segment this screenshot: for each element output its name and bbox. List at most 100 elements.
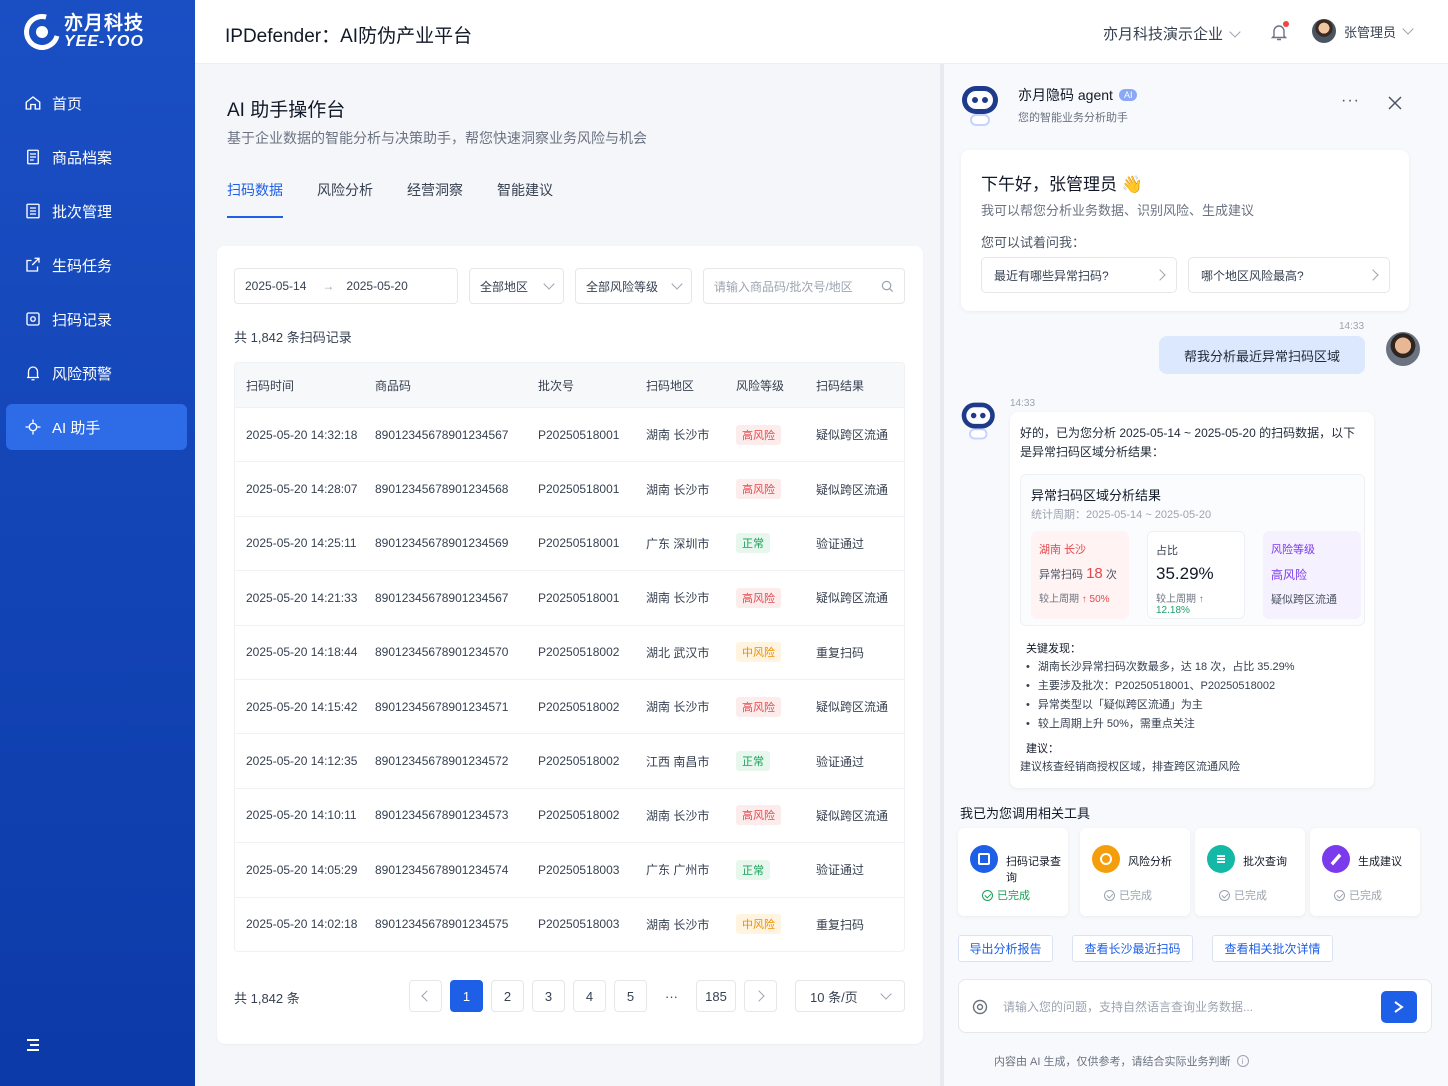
sidebar-item-label: 批次管理 bbox=[52, 203, 113, 221]
table-cell: 验证通过 bbox=[816, 754, 865, 769]
analysis-result-box: 异常扫码区域分析结果 统计周期：2025-05-14 ~ 2025-05-20 … bbox=[1020, 474, 1365, 626]
table-cell: 疑似跨区流通 bbox=[816, 591, 889, 606]
risk-badge: 正常 bbox=[736, 859, 770, 880]
page-button[interactable]: 1 bbox=[450, 980, 483, 1012]
table-row[interactable]: 2025-05-20 14:12:35 89012345678901234572 P… bbox=[235, 733, 904, 787]
table-cell: 89012345678901234574 bbox=[375, 862, 509, 877]
attachment-icon[interactable] bbox=[971, 998, 989, 1016]
page-button[interactable]: 3 bbox=[532, 980, 565, 1012]
brand-logo[interactable]: 亦月科技 YEE-YOO bbox=[17, 7, 144, 57]
table-cell: 验证通过 bbox=[816, 536, 865, 551]
search-input[interactable]: 请输入商品码/批次号/地区 bbox=[703, 268, 905, 304]
menu-collapse-icon[interactable] bbox=[24, 1036, 42, 1054]
column-header[interactable]: 扫码地区 bbox=[638, 377, 728, 394]
table-row[interactable]: 2025-05-20 14:28:07 89012345678901234568 P… bbox=[235, 461, 904, 515]
check-circle-icon bbox=[1219, 889, 1230, 901]
tab-risk-analysis[interactable]: 风险分析 bbox=[317, 180, 373, 218]
sidebar-item-products[interactable]: 商品档案 bbox=[6, 134, 187, 180]
metric-risk: 风险等级 高风险 疑似跨区流通 bbox=[1263, 531, 1361, 619]
user-menu[interactable]: 张管理员 bbox=[1312, 19, 1414, 43]
date-end: 2025-05-20 bbox=[346, 279, 408, 293]
page-size-select[interactable]: 10 条/页 bbox=[795, 980, 905, 1012]
view-batch-details-button[interactable]: 查看相关批次详情 bbox=[1212, 935, 1333, 962]
table-cell: P20250518002 bbox=[538, 808, 620, 823]
table-cell: 89012345678901234573 bbox=[375, 808, 509, 823]
risk-badge: 高风险 bbox=[736, 696, 781, 717]
table-row[interactable]: 2025-05-20 14:05:29 89012345678901234574 P… bbox=[235, 842, 904, 896]
send-button[interactable] bbox=[1381, 991, 1417, 1023]
table-cell: 验证通过 bbox=[816, 863, 865, 878]
page-button[interactable]: 4 bbox=[573, 980, 606, 1012]
ai-disclaimer: 内容由 AI 生成，仅供参考，请结合实际业务判断 i bbox=[994, 1053, 1249, 1069]
page-subtitle: 基于企业数据的智能分析与决策助手，帮您快速洞察业务风险与机会 bbox=[227, 130, 647, 146]
tool-card[interactable]: 批次查询 已完成 bbox=[1195, 828, 1305, 916]
table-cell: 2025-05-20 14:10:11 bbox=[246, 808, 357, 823]
table-cell: 广东 深圳市 bbox=[646, 536, 710, 551]
page-button[interactable]: 185 bbox=[696, 980, 736, 1012]
tool-card[interactable]: 风险分析 已完成 bbox=[1080, 828, 1190, 916]
table-cell: 2025-05-20 14:15:42 bbox=[246, 699, 358, 714]
risk-level-select[interactable]: 全部风险等级 bbox=[575, 268, 692, 304]
result-title: 异常扫码区域分析结果 bbox=[1031, 488, 1162, 503]
region-select[interactable]: 全部地区 bbox=[469, 268, 564, 304]
chevron-down-icon bbox=[1402, 23, 1414, 35]
sidebar-item-batches[interactable]: 批次管理 bbox=[6, 188, 187, 234]
column-header[interactable]: 商品码 bbox=[365, 377, 530, 394]
table-row[interactable]: 2025-05-20 14:25:11 89012345678901234569 P… bbox=[235, 515, 904, 570]
table-cell: P20250518002 bbox=[538, 699, 620, 714]
chevron-right-icon bbox=[1154, 269, 1166, 281]
answer-intro: 好的，已为您分析 2025-05-14 ~ 2025-05-20 的扫码数据，以… bbox=[1020, 426, 1356, 459]
chat-input[interactable] bbox=[1003, 996, 1373, 1018]
table-cell: 2025-05-20 14:21:33 bbox=[246, 590, 358, 605]
risk-badge: 正常 bbox=[736, 533, 770, 554]
table-header: 扫码时间 商品码 批次号 扫码地区 风险等级 扫码结果 bbox=[235, 363, 904, 407]
ai-chat-panel: 亦月隐码 agent AI 您的智能业务分析助手 ··· 下午好，张管理员 👋 … bbox=[944, 64, 1448, 1086]
tool-card[interactable]: 扫码记录查询 已完成 bbox=[958, 828, 1068, 916]
tab-smart-advice[interactable]: 智能建议 bbox=[497, 180, 553, 218]
export-report-button[interactable]: 导出分析报告 bbox=[958, 935, 1053, 962]
page-button[interactable]: 2 bbox=[491, 980, 524, 1012]
tool-card[interactable]: 生成建议 已完成 bbox=[1310, 828, 1420, 916]
table-row[interactable]: 2025-05-20 14:10:11 89012345678901234573 P… bbox=[235, 787, 904, 842]
column-header[interactable]: 风险等级 bbox=[728, 377, 816, 394]
suggested-question[interactable]: 哪个地区风险最高? bbox=[1188, 257, 1390, 293]
table-cell: P20250518001 bbox=[538, 427, 620, 442]
sidebar-item-scans[interactable]: 扫码记录 bbox=[6, 296, 187, 342]
sidebar-item-tasks[interactable]: 生码任务 bbox=[6, 242, 187, 288]
column-header[interactable]: 扫码结果 bbox=[816, 377, 904, 394]
column-header[interactable]: 批次号 bbox=[530, 377, 638, 394]
tab-business-insight[interactable]: 经营洞察 bbox=[407, 180, 463, 218]
table-row[interactable]: 2025-05-20 14:15:42 89012345678901234571 P… bbox=[235, 678, 904, 733]
sidebar-item-label: 扫码记录 bbox=[52, 311, 113, 329]
result-period: 统计周期：2025-05-14 ~ 2025-05-20 bbox=[1031, 509, 1212, 521]
search-icon[interactable] bbox=[881, 280, 894, 293]
date-range-picker[interactable]: 2025-05-14 → 2025-05-20 bbox=[234, 268, 458, 304]
more-icon[interactable]: ··· bbox=[1341, 92, 1360, 110]
tool-status: 已完成 bbox=[982, 887, 1030, 903]
table-row[interactable]: 2025-05-20 14:21:33 89012345678901234567 P… bbox=[235, 570, 904, 624]
sidebar-item-ai[interactable]: AI 助手 bbox=[6, 404, 187, 450]
column-header[interactable]: 扫码时间 bbox=[235, 377, 365, 394]
prev-page-button[interactable] bbox=[409, 980, 442, 1012]
sidebar-item-home[interactable]: 首页 bbox=[6, 80, 187, 126]
close-icon[interactable] bbox=[1388, 96, 1402, 110]
task-icon bbox=[24, 256, 42, 274]
agent-name: 亦月隐码 agent AI bbox=[1018, 85, 1138, 105]
table-row[interactable]: 2025-05-20 14:02:18 89012345678901234575 P… bbox=[235, 896, 904, 951]
table-cell: 湖南 长沙市 bbox=[646, 591, 710, 606]
table-row[interactable]: 2025-05-20 14:32:18 89012345678901234567 P… bbox=[235, 407, 904, 461]
bell-icon[interactable] bbox=[1269, 21, 1289, 42]
robot-icon bbox=[958, 82, 1002, 126]
chat-input-box bbox=[958, 979, 1432, 1033]
next-page-button[interactable] bbox=[744, 980, 777, 1012]
page-button[interactable]: 5 bbox=[614, 980, 647, 1012]
info-icon[interactable]: i bbox=[1236, 1055, 1249, 1067]
table-cell: 2025-05-20 14:28:07 bbox=[246, 482, 358, 497]
org-switcher[interactable]: 亦月科技演示企业 bbox=[1103, 23, 1241, 44]
view-changsha-scans-button[interactable]: 查看长沙最近扫码 bbox=[1072, 935, 1193, 962]
sidebar-item-warnings[interactable]: 风险预警 bbox=[6, 350, 187, 396]
tab-scan-data[interactable]: 扫码数据 bbox=[227, 180, 283, 218]
suggested-question[interactable]: 最近有哪些异常扫码? bbox=[981, 257, 1177, 293]
table-row[interactable]: 2025-05-20 14:18:44 89012345678901234570 P… bbox=[235, 624, 904, 679]
record-count: 共 1,842 条扫码记录 bbox=[234, 330, 352, 345]
